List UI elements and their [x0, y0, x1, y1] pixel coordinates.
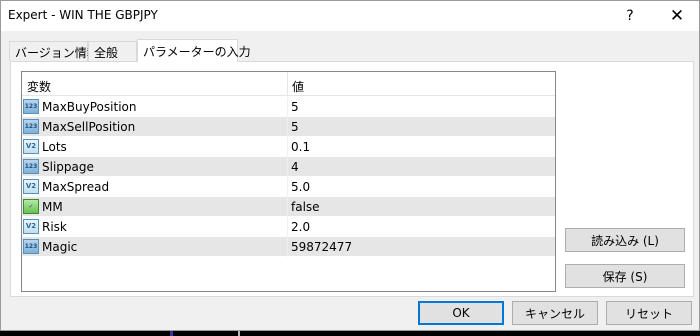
- window-title: Expert - WIN THE GBPJPY: [8, 8, 158, 22]
- tab-version-info[interactable]: バージョン情報: [9, 41, 99, 61]
- integer-icon: 123: [23, 159, 39, 174]
- table-row[interactable]: ✓ MM false: [22, 197, 555, 217]
- table-row[interactable]: V2 MaxSpread 5.0: [22, 177, 555, 197]
- column-divider: [287, 237, 288, 257]
- parameter-name: Magic: [42, 240, 78, 254]
- parameter-name: MaxSpread: [42, 180, 110, 194]
- save-button[interactable]: 保存 (S): [565, 264, 685, 288]
- parameter-name: Risk: [42, 220, 67, 234]
- grid-header: 変数 値: [22, 72, 555, 96]
- expert-dialog: Expert - WIN THE GBPJPY ? ✕ バージョン情報 全般 パ…: [0, 0, 700, 331]
- background-strip: [0, 331, 700, 336]
- tab-panel: 変数 値 123 MaxBuyPosition 5 123 MaxSellPositio…: [10, 61, 694, 297]
- column-header-value[interactable]: 値: [292, 78, 304, 95]
- parameter-name: MaxSellPosition: [42, 120, 136, 134]
- table-row[interactable]: V2 Lots 0.1: [22, 137, 555, 157]
- column-divider: [287, 177, 288, 197]
- integer-icon: 123: [23, 239, 39, 254]
- table-row[interactable]: 123 MaxBuyPosition 5: [22, 97, 555, 117]
- parameter-grid: 変数 値 123 MaxBuyPosition 5 123 MaxSellPositio…: [21, 71, 556, 292]
- close-icon[interactable]: ✕: [654, 1, 700, 31]
- parameter-value[interactable]: 59872477: [291, 240, 352, 254]
- table-row[interactable]: 123 Slippage 4: [22, 157, 555, 177]
- parameter-value[interactable]: 0.1: [291, 140, 310, 154]
- background-mark: [238, 331, 240, 336]
- table-row[interactable]: V2 Risk 2.0: [22, 217, 555, 237]
- integer-icon: 123: [23, 99, 39, 114]
- column-divider: [287, 197, 288, 217]
- load-button[interactable]: 読み込み (L): [565, 228, 685, 252]
- table-row[interactable]: 123 Magic 59872477: [22, 237, 555, 257]
- reset-button[interactable]: リセット: [606, 301, 692, 325]
- tab-general[interactable]: 全般: [88, 41, 137, 61]
- table-row[interactable]: 123 MaxSellPosition 5: [22, 117, 555, 137]
- column-divider: [287, 117, 288, 137]
- double-icon: V2: [23, 139, 39, 154]
- ok-button[interactable]: OK: [418, 301, 504, 325]
- column-header-variable[interactable]: 変数: [27, 78, 51, 95]
- column-divider: [287, 217, 288, 237]
- tab-input-parameters[interactable]: パラメーターの入力: [137, 39, 251, 62]
- parameter-name: Lots: [42, 140, 67, 154]
- parameter-value[interactable]: 5: [291, 120, 299, 134]
- title-bar[interactable]: Expert - WIN THE GBPJPY ? ✕: [1, 1, 699, 31]
- parameter-value[interactable]: false: [291, 200, 320, 214]
- column-divider: [287, 157, 288, 177]
- integer-icon: 123: [23, 119, 39, 134]
- boolean-icon: ✓: [23, 199, 39, 214]
- parameter-name: MM: [42, 200, 63, 214]
- column-divider: [287, 97, 288, 117]
- parameter-name: Slippage: [42, 160, 94, 174]
- cancel-button[interactable]: キャンセル: [512, 301, 598, 325]
- parameter-value[interactable]: 4: [291, 160, 299, 174]
- help-icon[interactable]: ?: [607, 1, 653, 31]
- parameter-value[interactable]: 2.0: [291, 220, 310, 234]
- double-icon: V2: [23, 179, 39, 194]
- parameter-value[interactable]: 5.0: [291, 180, 310, 194]
- parameter-name: MaxBuyPosition: [42, 100, 137, 114]
- column-divider[interactable]: [287, 72, 288, 96]
- double-icon: V2: [23, 219, 39, 234]
- background-mark: [170, 331, 173, 336]
- column-divider: [287, 137, 288, 157]
- parameter-value[interactable]: 5: [291, 100, 299, 114]
